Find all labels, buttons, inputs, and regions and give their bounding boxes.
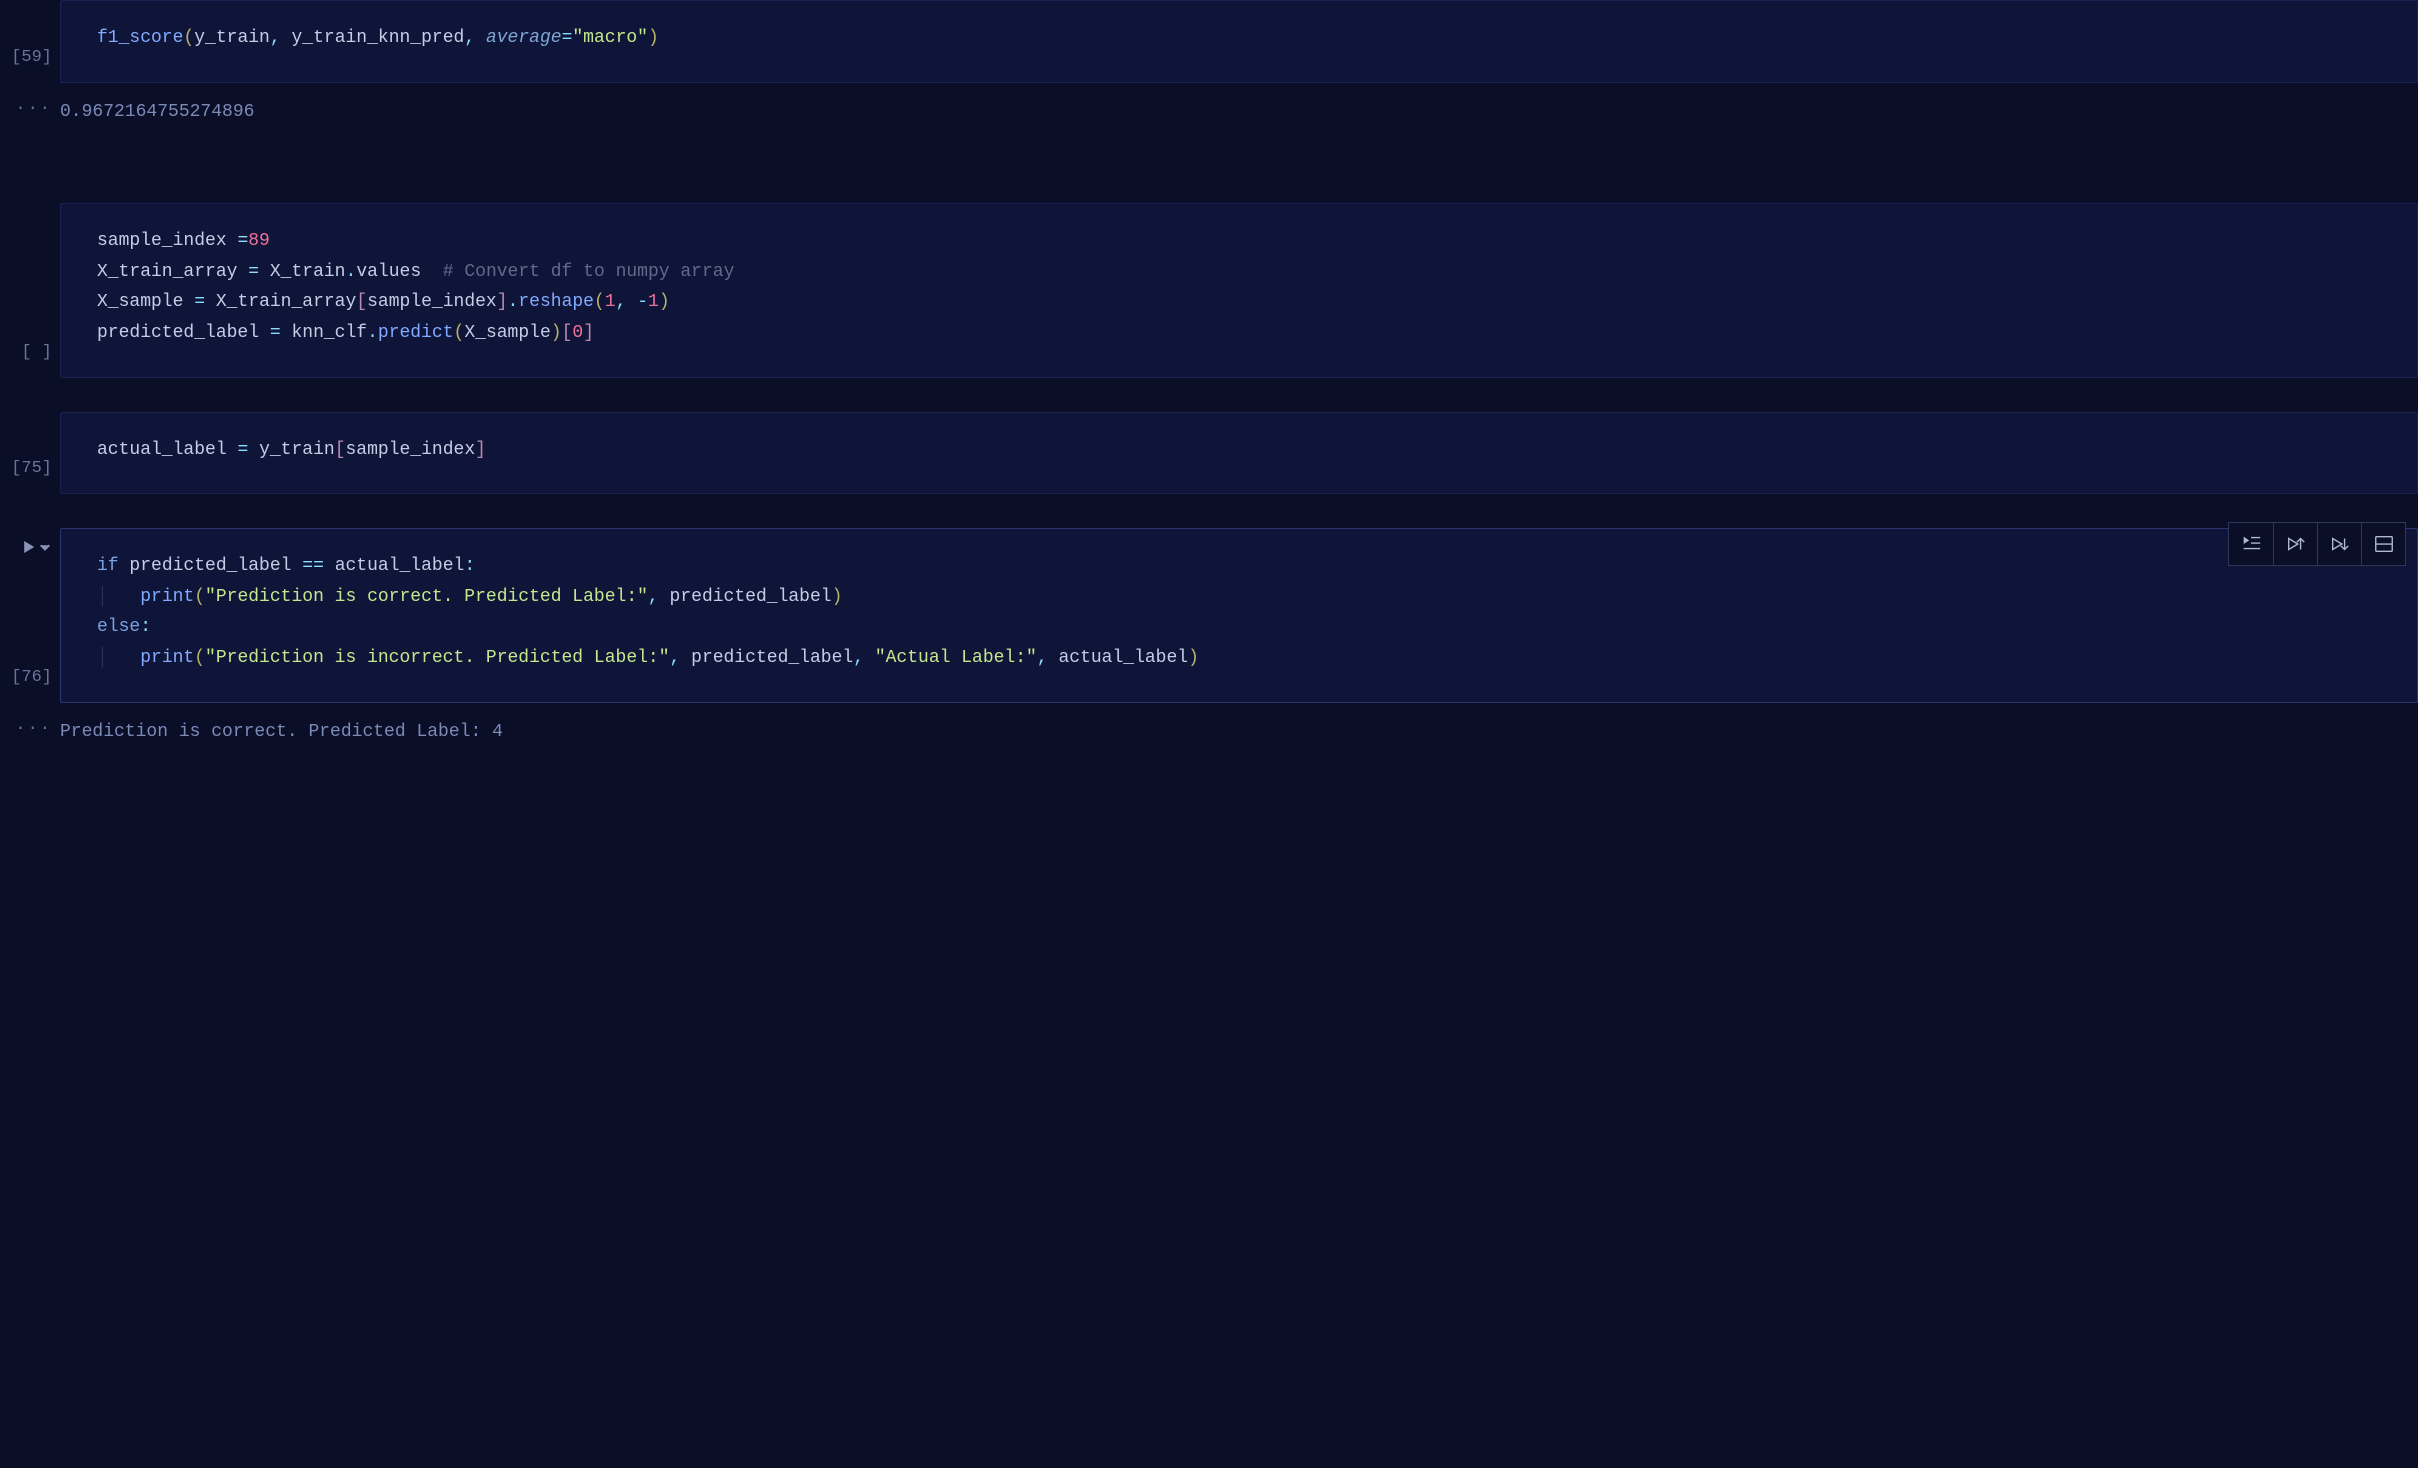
cell-gutter: [59] <box>0 0 60 83</box>
execute-below-button[interactable] <box>2317 523 2361 565</box>
exec-count: [75] <box>11 455 52 484</box>
chevron-down-icon <box>38 540 52 554</box>
output-gutter: ... <box>0 83 60 142</box>
output-text: Prediction is correct. Predicted Label: … <box>60 717 2418 748</box>
code-editor[interactable]: if predicted_label == actual_label: │ pr… <box>60 528 2418 702</box>
exec-count: [ ] <box>21 339 52 368</box>
cell-output: 0.9672164755274896 <box>60 83 2418 142</box>
exec-count: [59] <box>11 44 52 73</box>
cell-75: [75] actual_label = y_train[sample_index… <box>0 412 2418 495</box>
split-cell-button[interactable] <box>2361 523 2405 565</box>
cell-gutter: [ ] <box>0 203 60 377</box>
cell-sample: [ ] sample_index =89 X_train_array = X_t… <box>0 203 2418 377</box>
run-by-line-button[interactable] <box>2229 523 2273 565</box>
code-token: f1_score <box>97 28 183 48</box>
run-cell-button[interactable] <box>22 540 52 664</box>
execute-above-button[interactable] <box>2273 523 2317 565</box>
exec-count: [76] <box>11 664 52 693</box>
cell-76-output-row: ... Prediction is correct. Predicted Lab… <box>0 703 2418 762</box>
output-indicator: ... <box>15 92 52 121</box>
cell-gutter: [75] <box>0 412 60 495</box>
cell-59: [59] f1_score(y_train, y_train_knn_pred,… <box>0 0 2418 83</box>
output-gutter: ... <box>0 703 60 762</box>
cell-76: [76] if predicted_label == actual_label:… <box>0 528 2418 702</box>
play-icon <box>22 540 36 554</box>
code-editor[interactable]: f1_score(y_train, y_train_knn_pred, aver… <box>60 0 2418 83</box>
code-editor[interactable]: actual_label = y_train[sample_index] <box>60 412 2418 495</box>
code-editor[interactable]: sample_index =89 X_train_array = X_train… <box>60 203 2418 377</box>
output-indicator: ... <box>15 712 52 741</box>
notebook: [59] f1_score(y_train, y_train_knn_pred,… <box>0 0 2418 761</box>
output-text: 0.9672164755274896 <box>60 97 2418 128</box>
cell-59-output-row: ... 0.9672164755274896 <box>0 83 2418 142</box>
cell-gutter: [76] <box>0 528 60 702</box>
cell-output: Prediction is correct. Predicted Label: … <box>60 703 2418 762</box>
